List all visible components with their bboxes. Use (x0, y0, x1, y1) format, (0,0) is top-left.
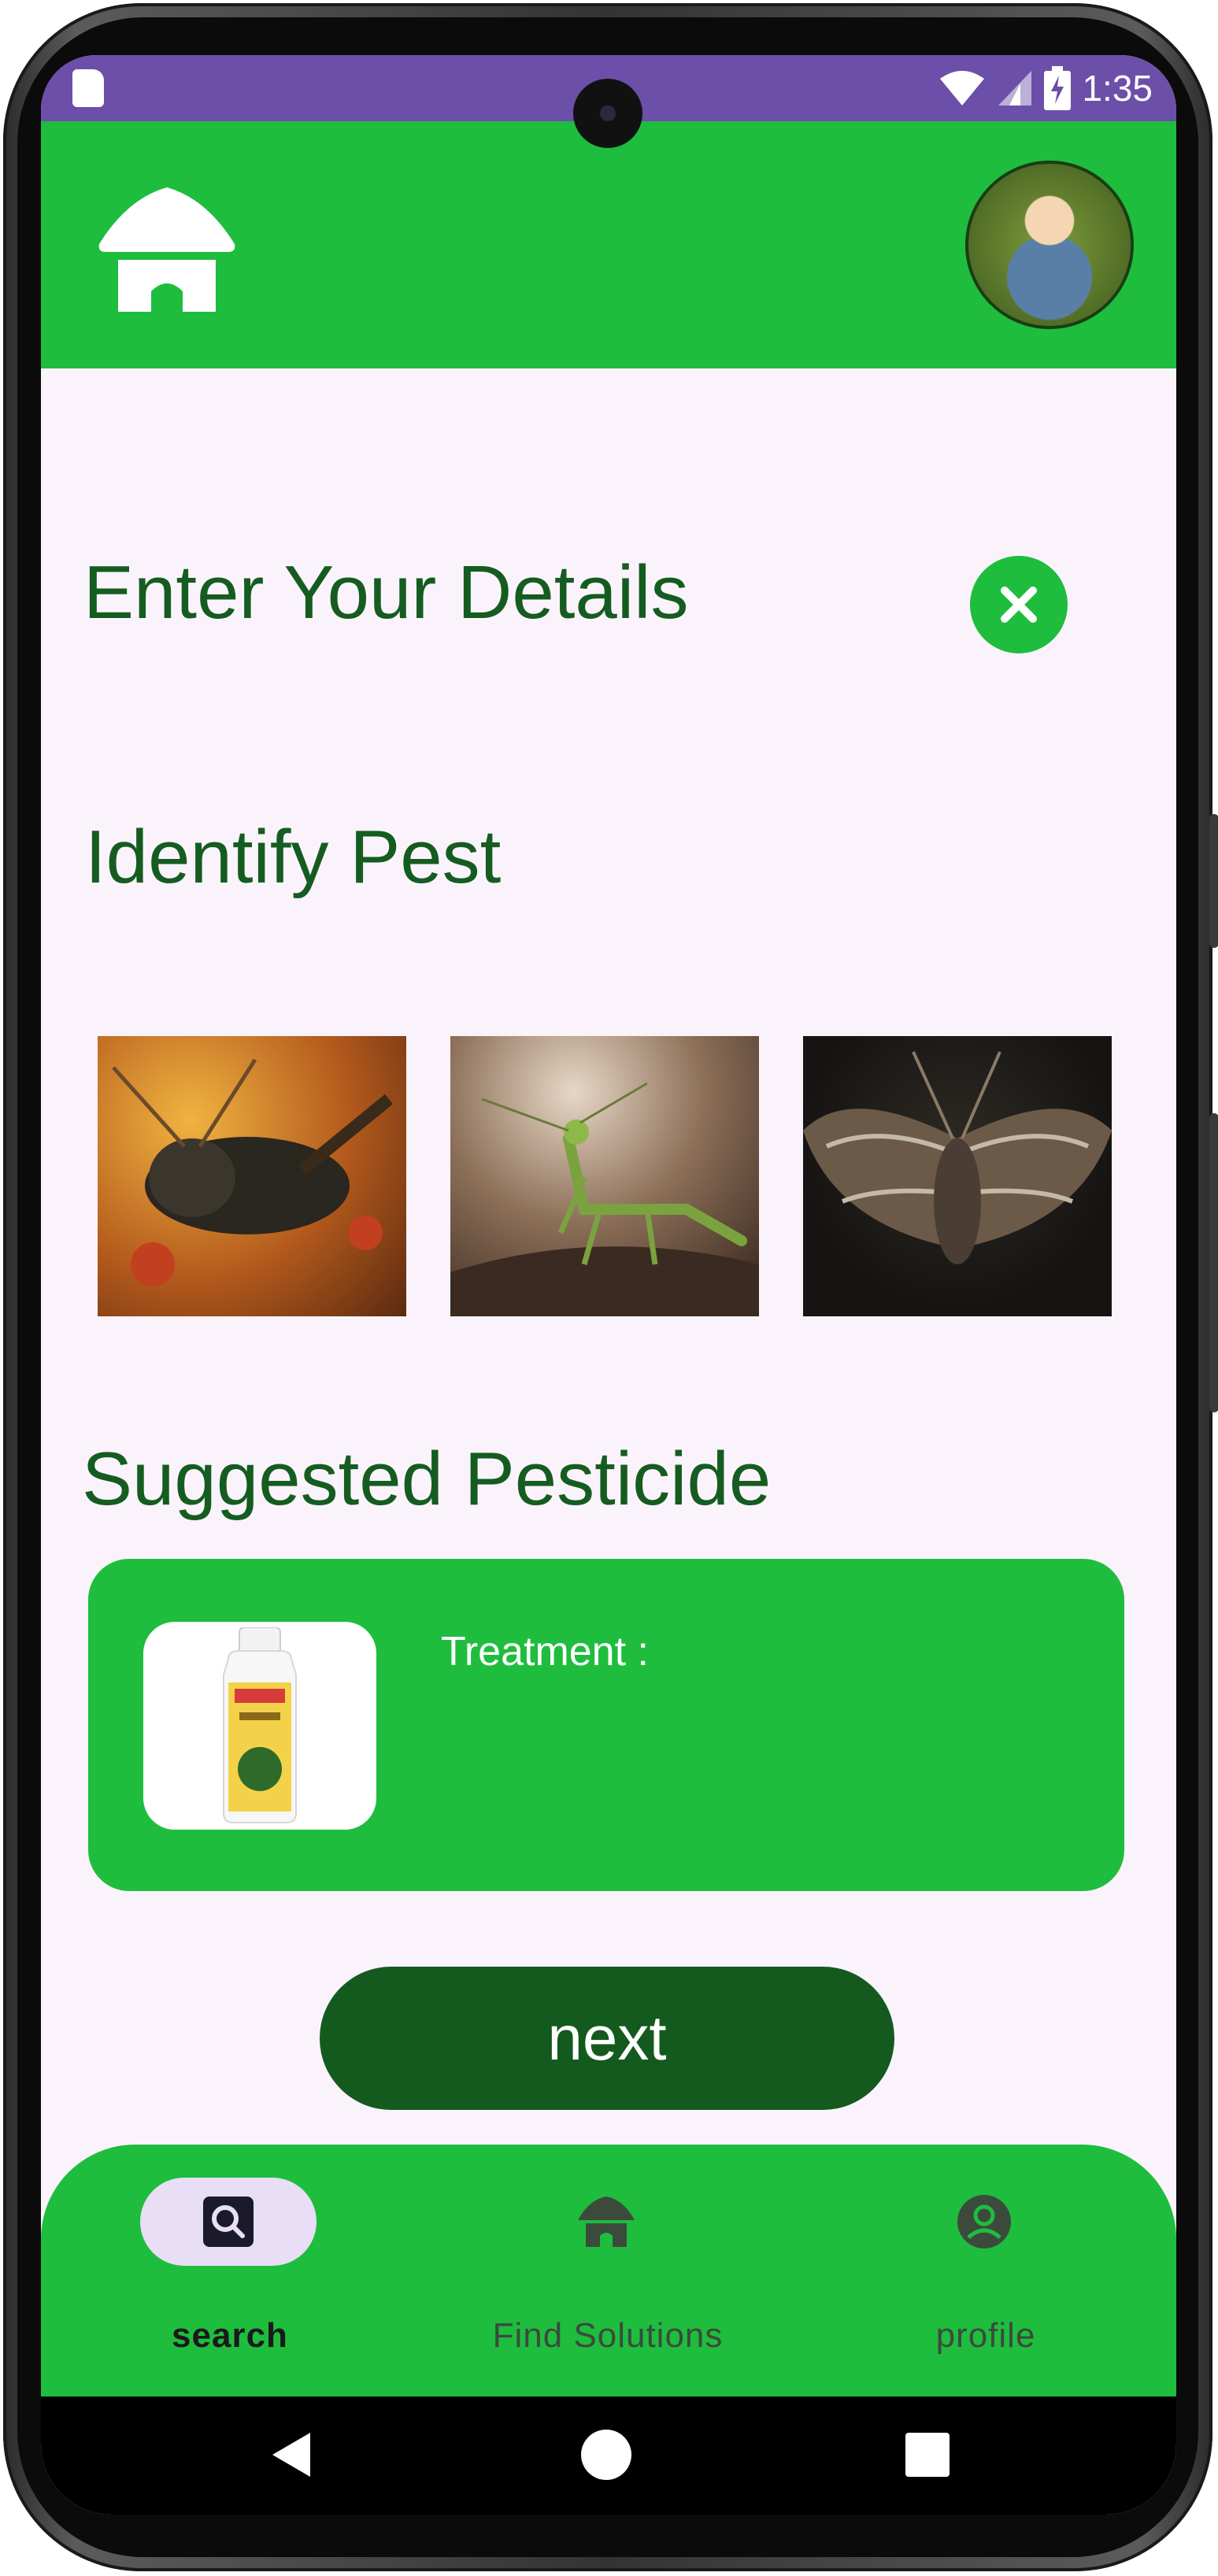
moth-photo[interactable] (803, 1036, 1112, 1316)
page-title: Enter Your Details (83, 550, 689, 635)
signal-icon (998, 71, 1032, 105)
power-button (1209, 1113, 1218, 1412)
system-navigation-bar (41, 2396, 1176, 2515)
app-bar (41, 121, 1176, 368)
app-screen: 1:35 Enter Your Details Identify Pest Su… (41, 55, 1176, 2515)
sd-card-icon (72, 69, 104, 107)
nav-item-search[interactable]: search (65, 2145, 395, 2381)
home-icon (578, 2197, 635, 2247)
phone-frame: 1:35 Enter Your Details Identify Pest Su… (3, 3, 1218, 2571)
grasshopper-photo[interactable] (98, 1036, 406, 1316)
back-icon[interactable] (269, 2430, 313, 2480)
suggested-pesticide-heading: Suggested Pesticide (82, 1437, 772, 1521)
identify-pest-heading: Identify Pest (85, 815, 502, 899)
pest-gallery (98, 1036, 1129, 1319)
nav-item-find-solutions[interactable]: Find Solutions (442, 2145, 773, 2381)
battery-charging-icon (1044, 66, 1072, 110)
home-logo-icon[interactable] (96, 183, 238, 315)
nav-label-find-solutions: Find Solutions (492, 2316, 724, 2355)
volume-button (1209, 814, 1218, 948)
bottom-navigation: search Find Solutions profile (41, 2145, 1176, 2396)
nav-label-profile: profile (935, 2316, 1036, 2355)
account-circle-icon (957, 2195, 1011, 2248)
treatment-label: Treatment : (441, 1629, 649, 1675)
status-icons: 1:35 (938, 63, 1153, 113)
home-icon[interactable] (581, 2430, 631, 2480)
nav-label-search: search (172, 2316, 288, 2355)
close-icon (1001, 587, 1037, 623)
close-button[interactable] (970, 556, 1068, 653)
status-time: 1:35 (1082, 68, 1153, 109)
mantis-photo[interactable] (450, 1036, 759, 1316)
wifi-icon (940, 71, 985, 105)
user-avatar[interactable] (965, 161, 1134, 329)
pesticide-card[interactable]: Treatment : (88, 1559, 1124, 1891)
pesticide-bottle-image (143, 1622, 376, 1830)
front-camera (573, 79, 642, 148)
next-button[interactable]: next (320, 1967, 894, 2110)
recents-icon[interactable] (905, 2433, 950, 2477)
search-icon (203, 2197, 254, 2247)
nav-item-profile[interactable]: profile (820, 2145, 1151, 2381)
